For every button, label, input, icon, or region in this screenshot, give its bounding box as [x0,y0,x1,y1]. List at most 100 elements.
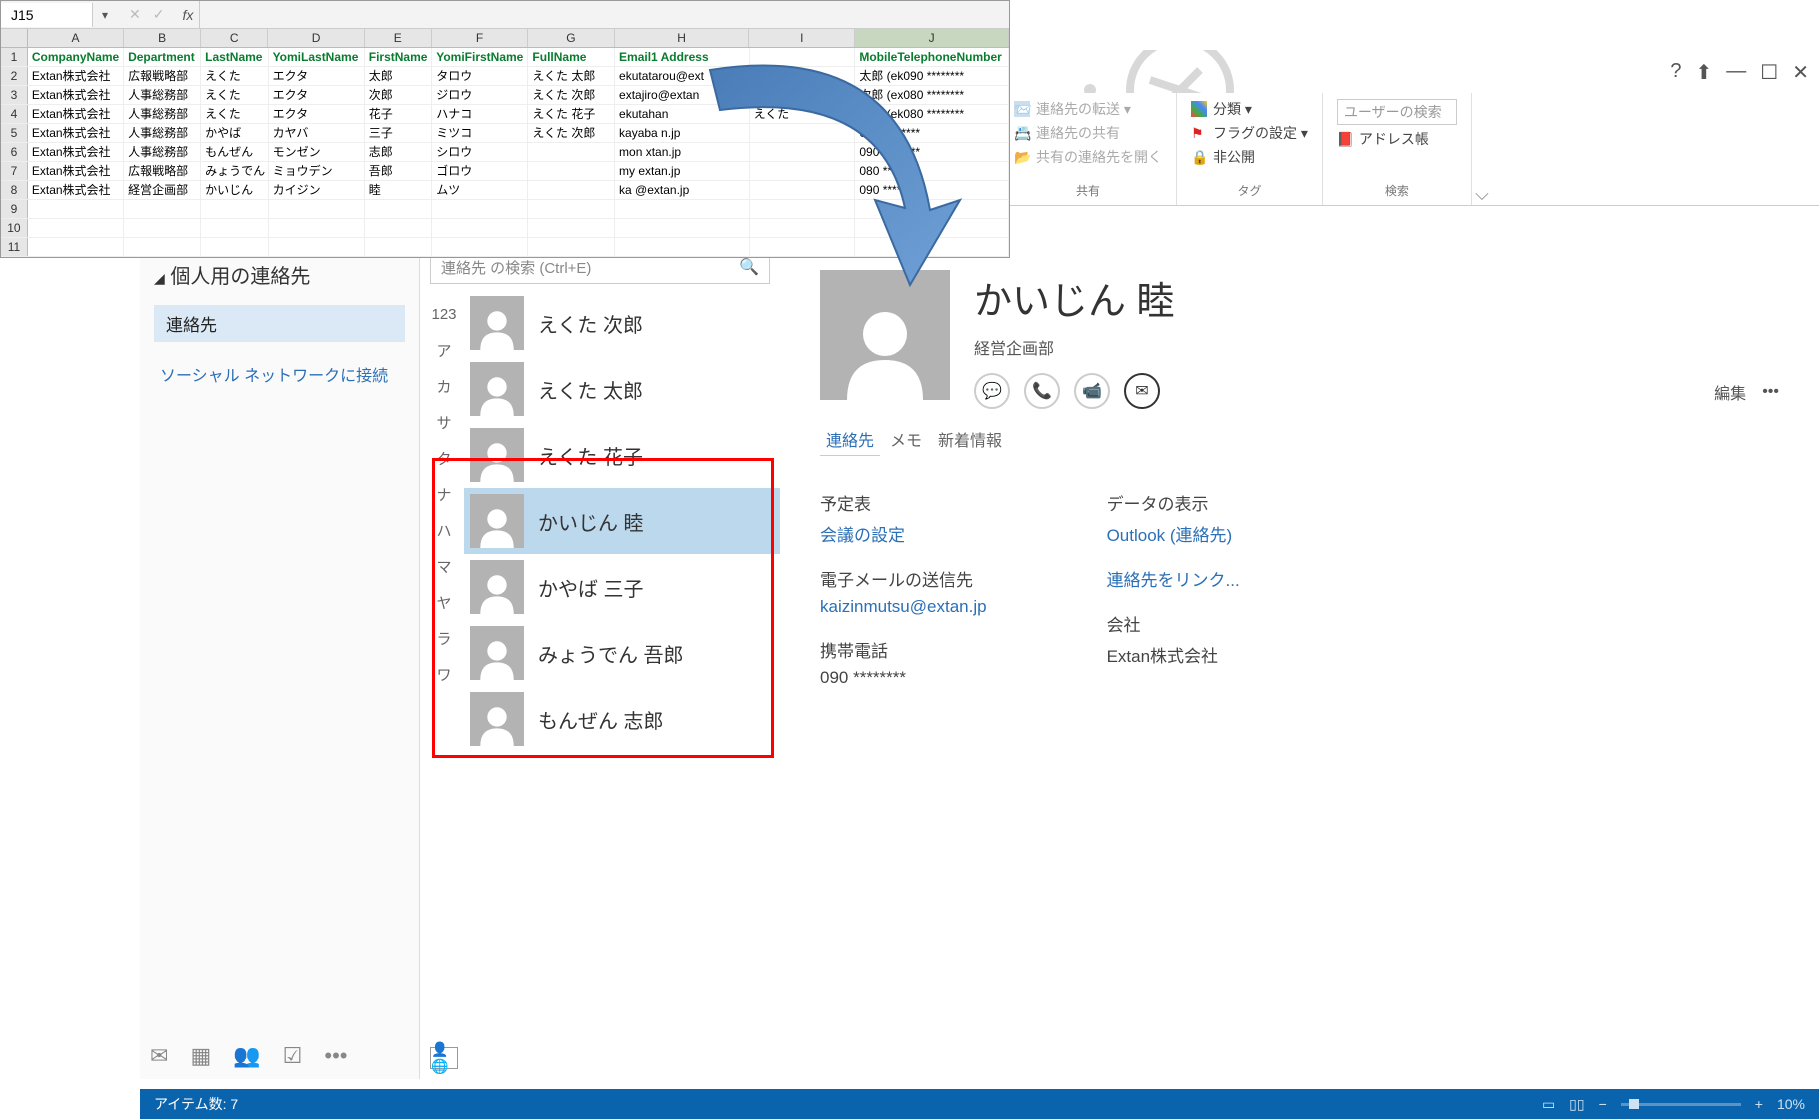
cell[interactable]: シロウ [432,143,528,161]
cell[interactable]: FirstName [365,48,432,66]
cell[interactable]: ゴロウ [432,162,528,180]
cell[interactable]: 経営企画部 [124,181,201,199]
alpha-letter[interactable]: ハ [428,512,460,548]
alpha-letter[interactable]: マ [428,548,460,584]
col-header[interactable]: J [855,29,1009,47]
alpha-letter[interactable]: ヤ [428,584,460,620]
cell[interactable]: かやば [201,124,268,142]
cell[interactable] [432,238,528,256]
cell[interactable]: 睦 [365,181,432,199]
cell[interactable]: 人事総務部 [124,143,201,161]
row-header[interactable]: 6 [1,143,28,161]
call-icon[interactable]: 📞 [1024,373,1060,409]
tab-memo[interactable]: メモ [884,423,928,456]
cell[interactable]: 吾郎 [365,162,432,180]
mail-nav-icon[interactable]: ✉ [150,1043,168,1069]
cell[interactable]: 志郎 [365,143,432,161]
row-header[interactable]: 7 [1,162,28,180]
cell[interactable]: Extan株式会社 [28,124,124,142]
cell[interactable]: カヤバ [269,124,365,142]
cell[interactable] [269,219,365,237]
cell[interactable] [365,200,432,218]
email-link[interactable]: kaizinmutsu@extan.jp [820,597,987,617]
cell[interactable]: えくた [201,86,268,104]
tab-news[interactable]: 新着情報 [932,423,1008,456]
alpha-letter[interactable]: カ [428,368,460,404]
cell[interactable]: Extan株式会社 [28,181,124,199]
contact-row[interactable]: えくた 太郎 [464,356,780,422]
cell[interactable] [528,219,615,237]
sidebar-social-link[interactable]: ソーシャル ネットワークに接続 [154,358,405,390]
people-nav-icon[interactable]: 👥 [233,1043,260,1069]
cell[interactable]: えくた [201,67,268,85]
tasks-nav-icon[interactable]: ☑ [283,1043,303,1069]
cell[interactable]: えくた 太郎 [528,67,615,85]
cell[interactable] [28,200,124,218]
cell[interactable]: Extan株式会社 [28,143,124,161]
cell[interactable]: 花子 [365,105,432,123]
cell[interactable] [201,200,268,218]
cell[interactable] [269,238,365,256]
cell[interactable]: 広報戦略部 [124,162,201,180]
name-box[interactable]: J15 [1,3,93,27]
name-box-dropdown[interactable]: ▾ [93,8,117,22]
cell[interactable] [124,238,201,256]
cell[interactable]: えくた 次郎 [528,86,615,104]
col-header[interactable]: A [28,29,124,47]
cell[interactable] [28,238,124,256]
cell[interactable] [365,219,432,237]
zoom-slider[interactable] [1621,1103,1741,1106]
contact-row[interactable]: かいじん 睦 [464,488,780,554]
alpha-letter[interactable]: ラ [428,620,460,656]
schedule-link[interactable]: 会議の設定 [820,521,987,546]
close-button[interactable]: ✕ [1792,60,1809,85]
cell[interactable] [528,200,615,218]
cell[interactable] [365,238,432,256]
cell[interactable]: YomiLastName [269,48,365,66]
alpha-letter[interactable]: 123 [428,296,460,332]
cell[interactable]: YomiFirstName [432,48,528,66]
find-user-input[interactable]: ユーザーの検索 [1337,99,1457,125]
cell[interactable]: ハナコ [432,105,528,123]
sidebar-header[interactable]: ◢ 個人用の連絡先 [154,260,405,289]
col-header[interactable]: F [432,29,528,47]
cell[interactable]: 三子 [365,124,432,142]
address-book-button[interactable]: 📕アドレス帳 [1337,129,1457,149]
cell[interactable]: エクタ [269,86,365,104]
categorize-button[interactable]: 分類 ▾ [1191,99,1308,119]
contact-row[interactable]: かやば 三子 [464,554,780,620]
cell[interactable]: エクタ [269,105,365,123]
cell[interactable] [124,200,201,218]
col-header[interactable]: C [201,29,268,47]
calendar-nav-icon[interactable]: ▦ [190,1043,211,1069]
more-icon[interactable]: ••• [1762,383,1779,401]
cell[interactable]: かいじん [201,181,268,199]
cell[interactable] [201,238,268,256]
cell[interactable] [528,238,615,256]
view-reading-icon[interactable]: ▯▯ [1569,1096,1584,1113]
formula-input[interactable] [199,1,1009,28]
minimize-button[interactable]: — [1726,60,1746,85]
col-header[interactable]: G [528,29,615,47]
row-header[interactable]: 11 [1,238,28,256]
cell[interactable]: Extan株式会社 [28,105,124,123]
alpha-letter[interactable]: サ [428,404,460,440]
people-globe-icon[interactable]: 👤🌐 [430,1047,458,1069]
alpha-letter[interactable]: ナ [428,476,460,512]
cell[interactable]: もんぜん [201,143,268,161]
cell[interactable]: 太郎 [365,67,432,85]
zoom-out-icon[interactable]: − [1599,1096,1607,1112]
contact-row[interactable]: えくた 花子 [464,422,780,488]
cell[interactable]: 人事総務部 [124,105,201,123]
cell[interactable]: ミョウデン [269,162,365,180]
cell[interactable]: タロウ [432,67,528,85]
row-header[interactable]: 3 [1,86,28,104]
cell[interactable]: Extan株式会社 [28,67,124,85]
cell[interactable] [28,219,124,237]
col-header[interactable]: H [615,29,750,47]
cell[interactable] [528,181,615,199]
cell[interactable]: LastName [201,48,268,66]
cell[interactable]: Department [124,48,201,66]
select-all-cell[interactable] [1,29,28,47]
alpha-letter[interactable]: タ [428,440,460,476]
